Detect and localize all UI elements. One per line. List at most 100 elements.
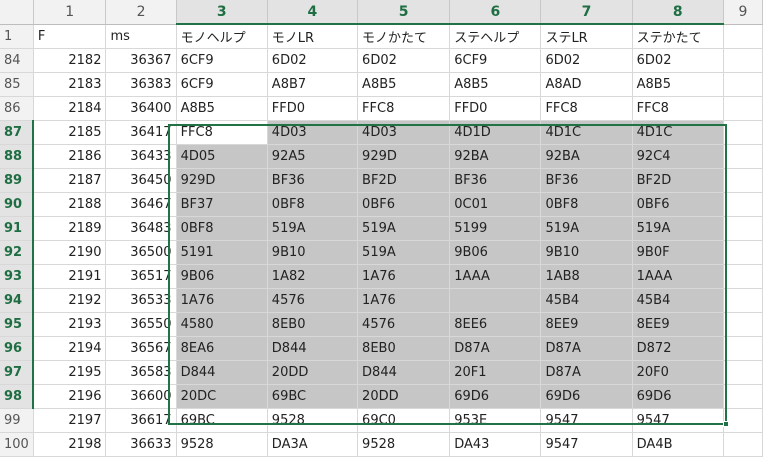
cell[interactable]: 1A76 — [357, 264, 451, 289]
cell-table[interactable]: 1 2 3 4 5 6 7 8 9 1 Fms モノヘルプ モノLR モノかたて ステヘル… — [0, 0, 763, 457]
cell[interactable] — [723, 24, 763, 49]
cell[interactable]: 0BF6 — [632, 192, 724, 217]
cell[interactable]: 519A — [357, 216, 451, 241]
cell[interactable]: 2187 — [33, 168, 107, 193]
cell[interactable]: 36500 — [105, 240, 177, 265]
cell[interactable]: 519A — [540, 216, 633, 241]
cell[interactable]: 519A — [632, 216, 724, 241]
row-header[interactable]: 89 — [0, 168, 35, 193]
row-header[interactable]: 1 — [0, 24, 34, 49]
cell[interactable]: 1AAA — [632, 264, 724, 289]
cell[interactable]: 1AB8 — [540, 264, 633, 289]
cell[interactable]: 4576 — [267, 288, 359, 313]
cell[interactable]: 2189 — [33, 216, 107, 241]
cell[interactable]: 929D — [176, 168, 268, 193]
cell[interactable]: D872 — [632, 336, 724, 361]
cell[interactable] — [723, 48, 763, 73]
cell[interactable]: 6D02 — [540, 48, 633, 73]
row-header[interactable]: 84 — [0, 48, 34, 73]
cell[interactable] — [723, 360, 763, 385]
cell[interactable]: 45B4 — [540, 288, 633, 313]
cell[interactable]: 36367 — [105, 48, 177, 73]
cell[interactable]: D844 — [357, 360, 451, 385]
cell[interactable]: 5199 — [449, 216, 542, 241]
cell[interactable]: 2196 — [33, 384, 107, 409]
cell[interactable]: 2184 — [33, 96, 107, 121]
cell[interactable] — [723, 288, 763, 313]
cell[interactable]: 1A76 — [357, 288, 451, 313]
cell[interactable]: 69BC — [267, 384, 359, 409]
cell[interactable]: 36467 — [105, 192, 177, 217]
cell[interactable]: 36517 — [105, 264, 177, 289]
cell[interactable]: 8EB0 — [357, 336, 451, 361]
cell[interactable]: 36617 — [105, 408, 177, 433]
cell[interactable]: 0BF8 — [176, 216, 268, 241]
cell[interactable]: D87A — [540, 360, 633, 385]
cell[interactable]: 0C01 — [449, 192, 542, 217]
column-header[interactable]: 7 — [540, 0, 633, 25]
cell[interactable]: ms — [105, 24, 177, 49]
cell[interactable]: 9B10 — [540, 240, 633, 265]
cell[interactable]: 2198 — [33, 432, 107, 457]
cell[interactable]: 8EE6 — [449, 312, 542, 337]
cell[interactable]: 20DD — [267, 360, 359, 385]
cell[interactable]: D844 — [267, 336, 359, 361]
cell[interactable]: モノかたて — [357, 24, 451, 49]
cell[interactable]: 6D02 — [632, 48, 724, 73]
row-header[interactable]: 97 — [0, 360, 35, 385]
cell[interactable]: 9B06 — [449, 240, 542, 265]
cell[interactable]: 45B4 — [632, 288, 724, 313]
row-header[interactable]: 100 — [0, 432, 34, 457]
cell[interactable]: DA3A — [267, 432, 359, 457]
cell[interactable]: A8B7 — [267, 72, 359, 97]
cell[interactable]: 20DD — [357, 384, 451, 409]
cell[interactable]: 69D6 — [449, 384, 542, 409]
row-header[interactable]: 99 — [0, 408, 34, 433]
row-header[interactable]: 94 — [0, 288, 35, 313]
cell[interactable]: 2194 — [33, 336, 107, 361]
cell[interactable]: 69D6 — [632, 384, 724, 409]
cell[interactable] — [723, 120, 763, 145]
cell[interactable]: 69C0 — [357, 408, 451, 433]
cell[interactable]: 9547 — [632, 408, 724, 433]
cell[interactable]: 4D03 — [357, 120, 451, 145]
row-header[interactable]: 87 — [0, 120, 35, 145]
column-header[interactable]: 3 — [176, 0, 268, 25]
cell[interactable]: 4D1D — [449, 120, 542, 145]
cell[interactable]: 4D1C — [540, 120, 633, 145]
cell[interactable]: 4580 — [176, 312, 268, 337]
cell[interactable]: 2188 — [33, 192, 107, 217]
cell[interactable]: ステかたて — [632, 24, 724, 49]
cell[interactable]: 8EA6 — [176, 336, 268, 361]
cell[interactable] — [723, 216, 763, 241]
column-header[interactable]: 4 — [267, 0, 359, 25]
cell[interactable] — [723, 408, 763, 433]
spreadsheet-grid[interactable]: 1 2 3 4 5 6 7 8 9 1 Fms モノヘルプ モノLR モノかたて ステヘル… — [0, 0, 763, 460]
row-header[interactable]: 93 — [0, 264, 35, 289]
cell[interactable] — [723, 312, 763, 337]
row-header[interactable]: 85 — [0, 72, 34, 97]
column-header[interactable]: 1 — [33, 0, 107, 25]
cell[interactable]: DA43 — [449, 432, 542, 457]
fill-handle[interactable] — [723, 421, 729, 427]
cell[interactable]: 20DC — [176, 384, 268, 409]
cell[interactable]: BF36 — [267, 168, 359, 193]
cell[interactable]: 36550 — [105, 312, 177, 337]
cell[interactable]: 36450 — [105, 168, 177, 193]
cell[interactable]: 2197 — [33, 408, 107, 433]
cell[interactable]: 36483 — [105, 216, 177, 241]
cell[interactable]: A8B5 — [357, 72, 451, 97]
cell[interactable]: ステLR — [540, 24, 633, 49]
cell[interactable]: 92C4 — [632, 144, 724, 169]
cell[interactable]: 519A — [267, 216, 359, 241]
cell[interactable]: F — [33, 24, 107, 49]
cell[interactable] — [723, 168, 763, 193]
cell[interactable]: 9B10 — [267, 240, 359, 265]
cell[interactable]: FFD0 — [449, 96, 542, 121]
cell[interactable]: 20F1 — [449, 360, 542, 385]
cell[interactable] — [723, 72, 763, 97]
row-header[interactable]: 88 — [0, 144, 35, 169]
column-header[interactable]: 2 — [105, 0, 177, 25]
cell[interactable]: BF36 — [540, 168, 633, 193]
cell[interactable]: 92BA — [449, 144, 542, 169]
